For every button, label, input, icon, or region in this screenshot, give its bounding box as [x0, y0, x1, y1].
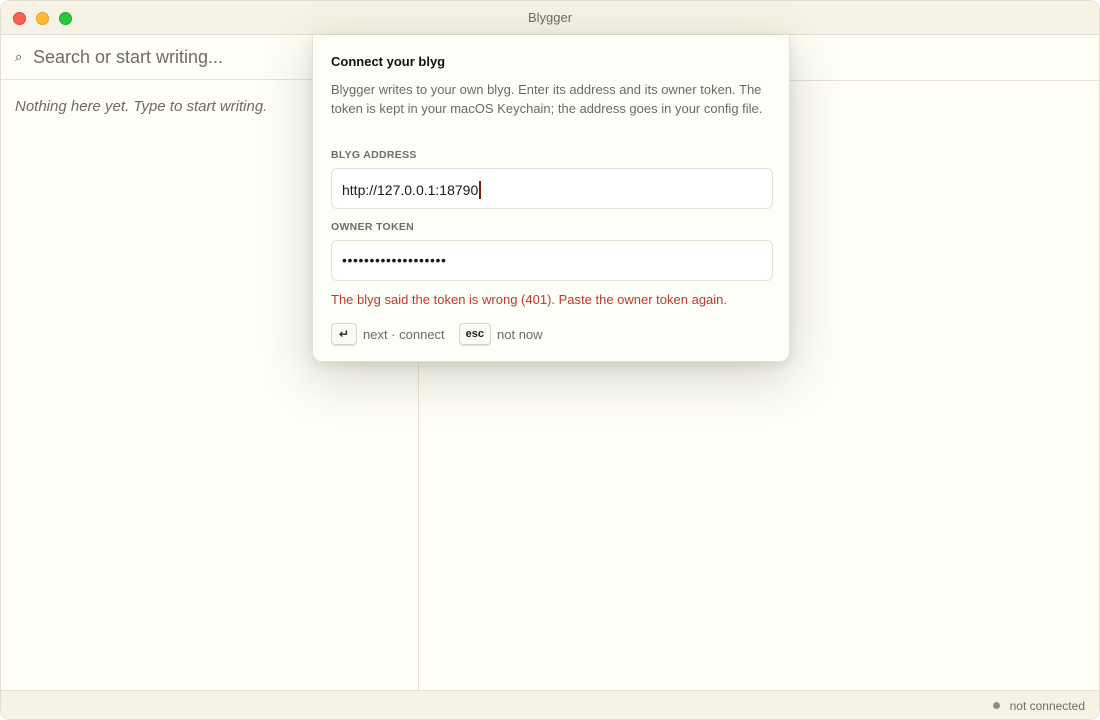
enter-key-hint[interactable]: ↵ — [331, 323, 357, 345]
status-bar: not connected — [1, 690, 1099, 719]
window-title: Blygger — [527, 10, 573, 25]
token-masked-value: ••••••••••••••••••• — [342, 252, 447, 268]
enter-hint-label: next · connect — [363, 326, 445, 342]
address-value: http://127.0.0.1:18790 — [342, 181, 481, 199]
keyboard-hints: ↵ next · connect esc not now — [331, 322, 543, 346]
connect-dialog: Connect your blyg Blygger writes to your… — [312, 35, 790, 362]
title-bar[interactable]: Blygger — [1, 1, 1099, 35]
dialog-description: Blygger writes to your own blyg. Enter i… — [331, 82, 763, 116]
connection-status-dot-icon — [993, 702, 1000, 709]
esc-hint-label: not now — [497, 326, 543, 342]
esc-key-hint[interactable]: esc — [458, 323, 492, 345]
token-field[interactable]: ••••••••••••••••••• — [331, 240, 773, 281]
search-icon: ⌕ — [15, 49, 23, 64]
token-label: OWNER TOKEN — [331, 221, 415, 233]
dialog-title: Connect your blyg — [331, 54, 446, 69]
text-caret — [479, 181, 481, 199]
token-error-message: The blyg said the token is wrong (401). … — [331, 292, 728, 307]
connection-status-text: not connected — [1009, 699, 1085, 713]
address-label: BLYG ADDRESS — [331, 149, 417, 161]
address-field[interactable]: http://127.0.0.1:18790 — [331, 168, 773, 209]
app-window: Blygger ⌕ Nothing here yet. Type to star… — [0, 0, 1100, 720]
empty-list-message: Nothing here yet. Type to start writing. — [15, 98, 268, 115]
